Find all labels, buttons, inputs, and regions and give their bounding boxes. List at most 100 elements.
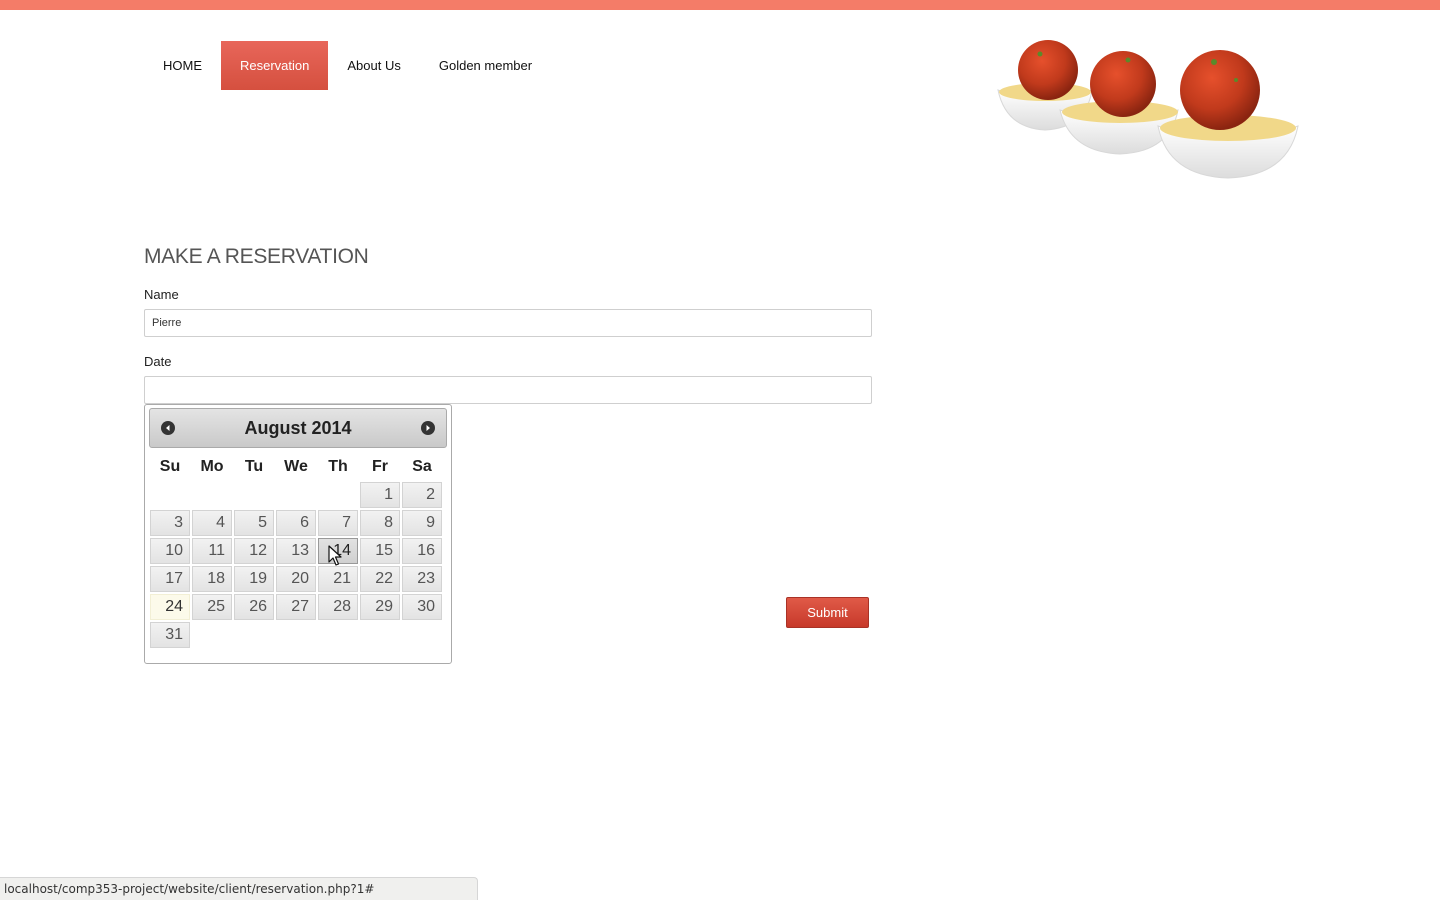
calendar-day-18[interactable]: 18 xyxy=(192,566,232,592)
calendar-cell: 2 xyxy=(402,482,442,508)
calendar-cell: 24 xyxy=(150,594,190,620)
calendar-cell: 17 xyxy=(150,566,190,592)
calendar-cell xyxy=(192,622,232,648)
weekday-header: Th xyxy=(328,458,348,475)
calendar-day-25[interactable]: 25 xyxy=(192,594,232,620)
calendar-cell xyxy=(150,482,190,508)
calendar-cell xyxy=(276,482,316,508)
calendar-cell: 8 xyxy=(360,510,400,536)
calendar-day-9[interactable]: 9 xyxy=(402,510,442,536)
calendar-day-8[interactable]: 8 xyxy=(360,510,400,536)
calendar-cell: 9 xyxy=(402,510,442,536)
calendar-day-3[interactable]: 3 xyxy=(150,510,190,536)
calendar-cell xyxy=(276,622,316,648)
calendar-cell xyxy=(234,482,274,508)
calendar-day-6[interactable]: 6 xyxy=(276,510,316,536)
datepicker-month-title: August 2014 xyxy=(244,418,352,438)
status-bar-url: localhost/comp353-project/website/client… xyxy=(0,877,478,900)
calendar-week-row: 3456789 xyxy=(150,510,442,536)
top-accent-bar xyxy=(0,0,1440,10)
date-input[interactable] xyxy=(144,376,872,404)
calendar-day-27[interactable]: 27 xyxy=(276,594,316,620)
calendar-cell: 1 xyxy=(360,482,400,508)
calendar-cell: 29 xyxy=(360,594,400,620)
calendar-cell: 23 xyxy=(402,566,442,592)
calendar-cell: 7 xyxy=(318,510,358,536)
calendar-day-23[interactable]: 23 xyxy=(402,566,442,592)
calendar-day-29[interactable]: 29 xyxy=(360,594,400,620)
calendar-cell: 10 xyxy=(150,538,190,564)
calendar-cell xyxy=(402,622,442,648)
weekday-header: We xyxy=(284,458,308,475)
calendar-cell xyxy=(192,482,232,508)
calendar-day-12[interactable]: 12 xyxy=(234,538,274,564)
calendar-day-26[interactable]: 26 xyxy=(234,594,274,620)
calendar-cell: 30 xyxy=(402,594,442,620)
calendar-cell: 19 xyxy=(234,566,274,592)
calendar-day-17[interactable]: 17 xyxy=(150,566,190,592)
calendar-week-row: 10 11 12 13 14 15 16 xyxy=(150,538,442,564)
name-input[interactable] xyxy=(144,309,872,337)
calendar-cell xyxy=(360,622,400,648)
calendar-day-19[interactable]: 19 xyxy=(234,566,274,592)
calendar-cell: 11 xyxy=(192,538,232,564)
weekday-header: Tu xyxy=(244,458,264,475)
calendar-day-30[interactable]: 30 xyxy=(402,594,442,620)
calendar-cell: 22 xyxy=(360,566,400,592)
weekday-header: Fr xyxy=(372,458,388,475)
nav-reservation[interactable]: Reservation xyxy=(221,41,329,90)
calendar-cell xyxy=(318,622,358,648)
nav-home[interactable]: HOME xyxy=(144,41,221,90)
calendar-cell: 27 xyxy=(276,594,316,620)
calendar-week-row: 12 xyxy=(150,482,442,508)
calendar-day-5[interactable]: 5 xyxy=(234,510,274,536)
calendar-day-1[interactable]: 1 xyxy=(360,482,400,508)
calendar-day-22[interactable]: 22 xyxy=(360,566,400,592)
calendar-day-15[interactable]: 15 xyxy=(360,538,400,564)
calendar-cell: 3 xyxy=(150,510,190,536)
calendar-day-10[interactable]: 10 xyxy=(150,538,190,564)
calendar-cell: 15 xyxy=(360,538,400,564)
calendar-day-24[interactable]: 24 xyxy=(150,594,190,620)
datepicker-header: August 2014 xyxy=(149,408,447,448)
calendar-cell: 4 xyxy=(192,510,232,536)
page-title: MAKE A RESERVATION xyxy=(144,245,369,268)
calendar-cell: 26 xyxy=(234,594,274,620)
calendar-week-row: 24 25 26 27 28 29 30 xyxy=(150,594,442,620)
date-label: Date xyxy=(144,354,172,369)
calendar-week-row: 31 xyxy=(150,622,442,648)
calendar-cell: 20 xyxy=(276,566,316,592)
datepicker-calendar: Su Mo Tu We Th Fr Sa 1 2 3 4 5 6 7 8 9 10 11 12 13 14 15 16 17… xyxy=(148,452,444,650)
chevron-left-icon[interactable] xyxy=(161,421,175,435)
chevron-right-icon[interactable] xyxy=(421,421,435,435)
nav-about-us[interactable]: About Us xyxy=(328,41,419,90)
calendar-cell: 18 xyxy=(192,566,232,592)
calendar-cell xyxy=(234,622,274,648)
calendar-day-13[interactable]: 13 xyxy=(276,538,316,564)
nav-golden-member[interactable]: Golden member xyxy=(420,41,551,90)
calendar-day-2[interactable]: 2 xyxy=(402,482,442,508)
main-nav: HOME Reservation About Us Golden member xyxy=(144,41,551,90)
submit-button[interactable]: Submit xyxy=(786,597,869,628)
calendar-cell: 5 xyxy=(234,510,274,536)
calendar-day-4[interactable]: 4 xyxy=(192,510,232,536)
calendar-cell: 25 xyxy=(192,594,232,620)
calendar-day-11[interactable]: 11 xyxy=(192,538,232,564)
calendar-day-16[interactable]: 16 xyxy=(402,538,442,564)
calendar-cell: 12 xyxy=(234,538,274,564)
calendar-cell: 16 xyxy=(402,538,442,564)
calendar-day-31[interactable]: 31 xyxy=(150,622,190,648)
calendar-cell: 31 xyxy=(150,622,190,648)
calendar-day-28[interactable]: 28 xyxy=(318,594,358,620)
calendar-week-row: 17 18 19 20 21 22 23 xyxy=(150,566,442,592)
weekday-header: Mo xyxy=(200,458,224,475)
calendar-cell xyxy=(318,482,358,508)
name-label: Name xyxy=(144,287,179,302)
weekday-header: Sa xyxy=(412,458,432,475)
spaghetti-meatballs-image xyxy=(990,28,1300,188)
calendar-cell: 6 xyxy=(276,510,316,536)
calendar-day-20[interactable]: 20 xyxy=(276,566,316,592)
calendar-day-7[interactable]: 7 xyxy=(318,510,358,536)
weekday-header: Su xyxy=(159,458,181,475)
mouse-cursor-icon xyxy=(328,545,342,572)
